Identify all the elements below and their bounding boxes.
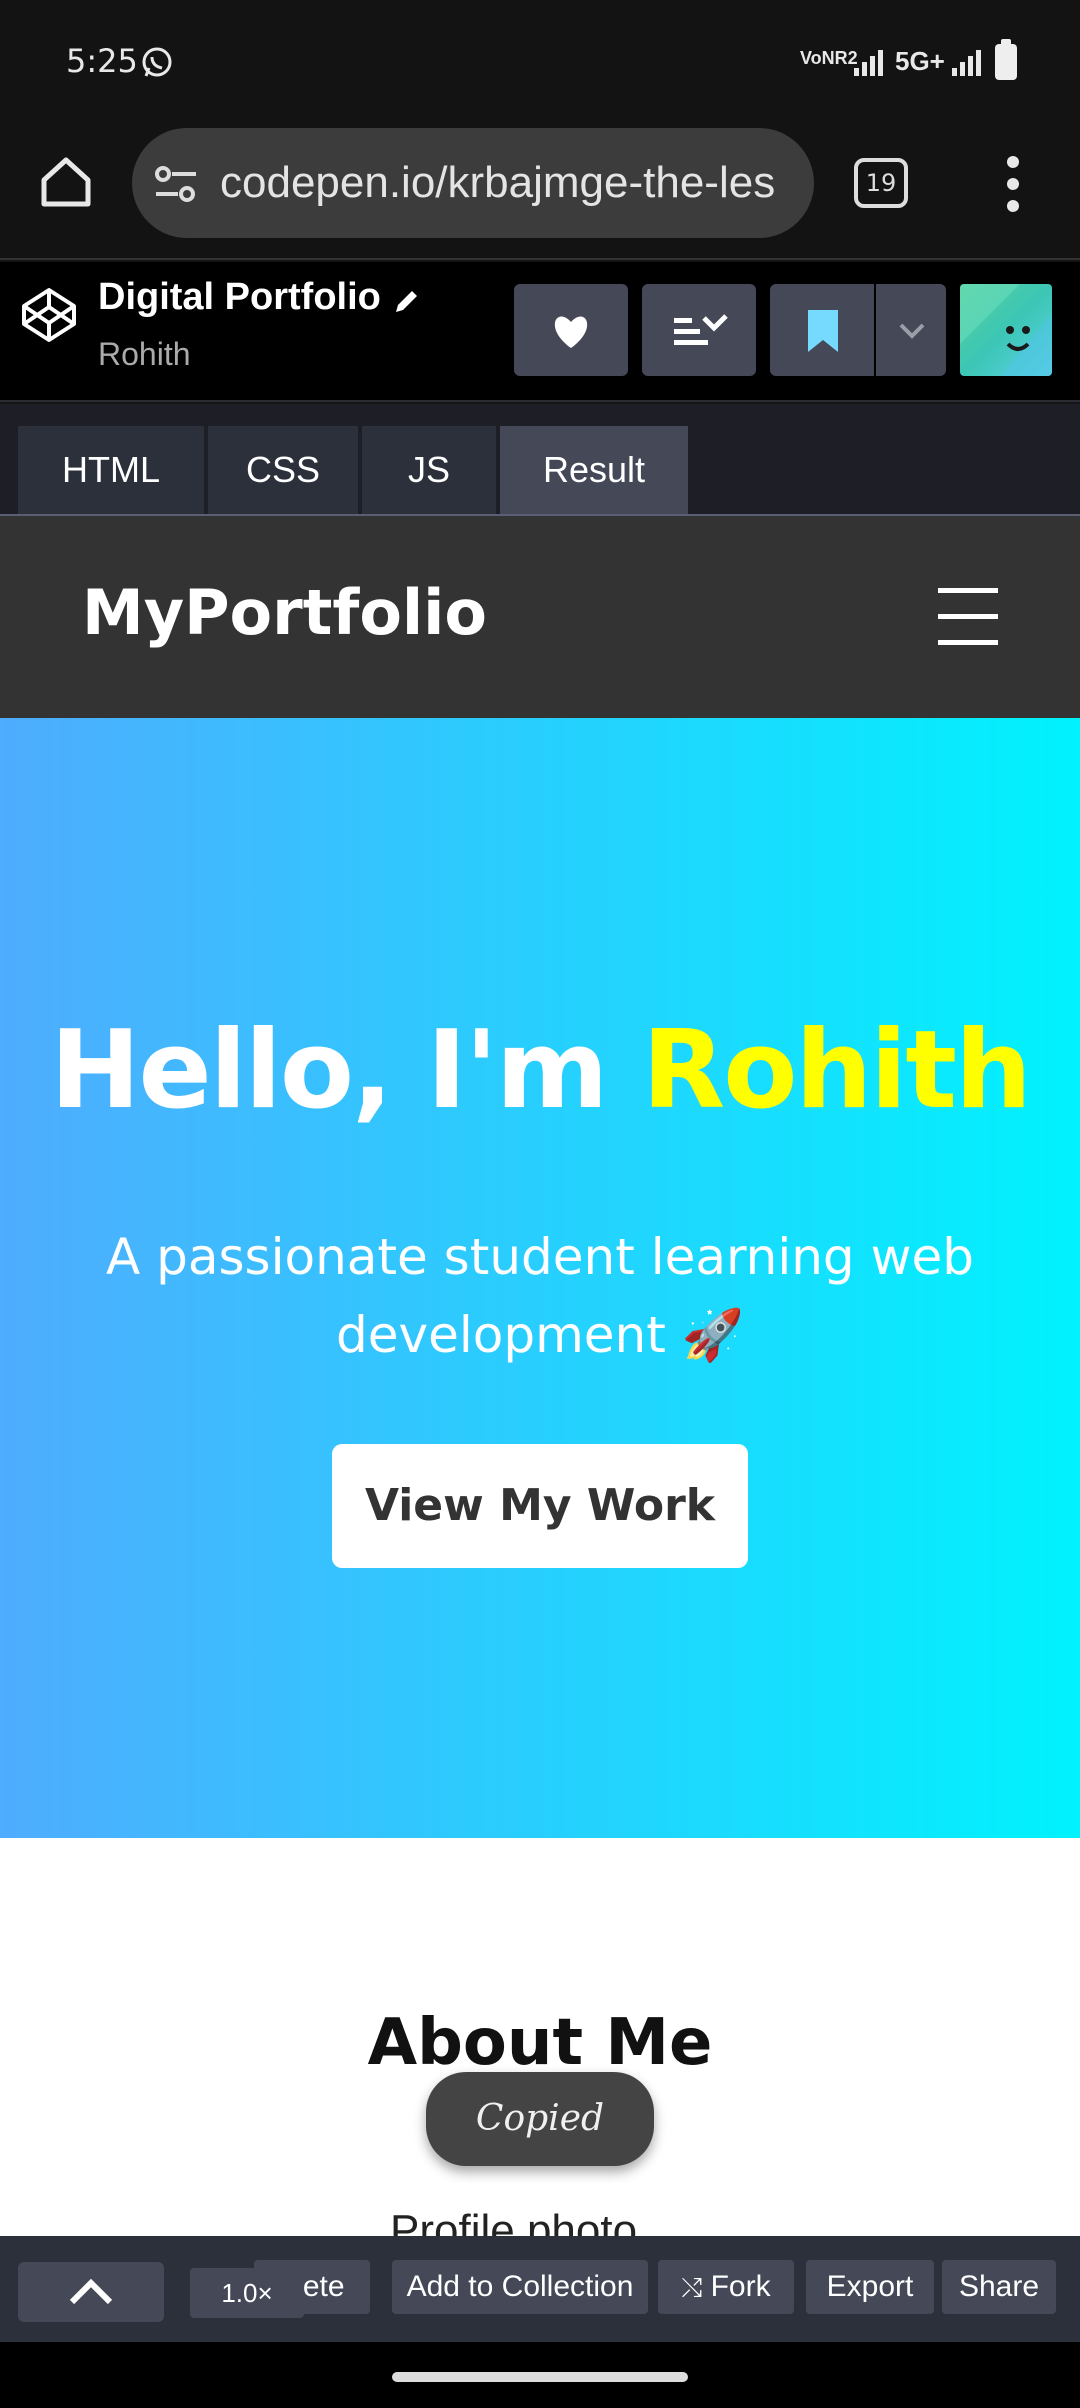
site-navbar: MyPortfolio [0, 516, 1080, 718]
chevron-up-icon [69, 2278, 113, 2305]
bookmark-button[interactable] [770, 284, 874, 376]
home-gesture-handle[interactable] [392, 2372, 688, 2382]
bottom-toolbar: elete 1.0× Add to Collection ⤭ Fork Expo… [0, 2236, 1080, 2342]
export-button[interactable]: Export [806, 2260, 934, 2314]
fork-icon: ⤭ [681, 2272, 703, 2302]
edit-pencil-icon[interactable] [392, 286, 422, 316]
network-type: 5G+ [895, 46, 945, 76]
heart-icon [554, 316, 588, 348]
about-title: About Me [367, 2006, 713, 2080]
battery-icon [995, 39, 1017, 80]
pen-author[interactable]: Rohith [98, 336, 191, 373]
tab-js[interactable]: JS [362, 426, 496, 514]
tab-html[interactable]: HTML [18, 426, 204, 514]
hero-greeting: Hello, I'm [50, 1008, 608, 1133]
copied-toast: Copied [426, 2072, 654, 2166]
more-icon[interactable] [1004, 154, 1022, 214]
chevron-down-icon [899, 323, 925, 339]
tab-result[interactable]: Result [500, 426, 688, 514]
home-icon[interactable] [38, 154, 94, 210]
tab-css[interactable]: CSS [208, 426, 358, 514]
url-bar[interactable]: codepen.io/krbajmge-the-les [132, 128, 814, 238]
whatsapp-icon [142, 47, 172, 77]
result-preview: MyPortfolio Hello, I'm Rohith A passiona… [0, 516, 1080, 2236]
bookmark-icon [808, 310, 838, 352]
about-profile-photo-alt: Profile photo [390, 2206, 638, 2236]
expand-console-button[interactable] [18, 2262, 164, 2322]
pen-header: Digital Portfolio Rohith [0, 262, 1080, 402]
fork-button[interactable]: ⤭ Fork [658, 2260, 794, 2314]
view-my-work-button[interactable]: View My Work [332, 1444, 748, 1568]
network-label: VoNR2 [800, 48, 858, 68]
hero-name: Rohith [642, 1008, 1032, 1133]
hero-section: Hello, I'm Rohith A passionate student l… [0, 718, 1080, 1838]
avatar[interactable] [960, 284, 1052, 376]
zoom-level[interactable]: 1.0× [190, 2268, 304, 2318]
bookmark-options-button[interactable] [876, 284, 946, 376]
codepen-logo-icon[interactable] [20, 286, 78, 344]
browser-toolbar: codepen.io/krbajmge-the-les 19 [0, 124, 1080, 260]
editor-tabs: HTML CSS JS Result [0, 404, 1080, 516]
url-text[interactable]: codepen.io/krbajmge-the-les [220, 158, 790, 208]
layout-icon [674, 314, 728, 345]
gesture-bar [0, 2342, 1080, 2408]
pen-title[interactable]: Digital Portfolio [98, 276, 381, 319]
signal-icon [952, 50, 981, 76]
fork-label: Fork [710, 2270, 771, 2303]
status-bar: 5:25 VoNR2 5G+ [0, 0, 1080, 124]
like-button[interactable] [514, 284, 628, 376]
share-button[interactable]: Share [942, 2260, 1056, 2314]
site-settings-icon[interactable] [154, 164, 198, 204]
hamburger-menu-icon[interactable] [938, 586, 998, 646]
hero-title: Hello, I'm Rohith [0, 1008, 1080, 1133]
status-time: 5:25 [66, 42, 138, 80]
hero-subtitle: A passionate student learning web develo… [106, 1228, 974, 1364]
add-to-collection-button[interactable]: Add to Collection [392, 2260, 648, 2314]
site-logo[interactable]: MyPortfolio [82, 576, 487, 649]
change-view-button[interactable] [642, 284, 756, 376]
avatar-face-icon [960, 284, 1052, 376]
signal-icon [854, 50, 883, 76]
tab-switcher-button[interactable]: 19 [854, 158, 908, 208]
